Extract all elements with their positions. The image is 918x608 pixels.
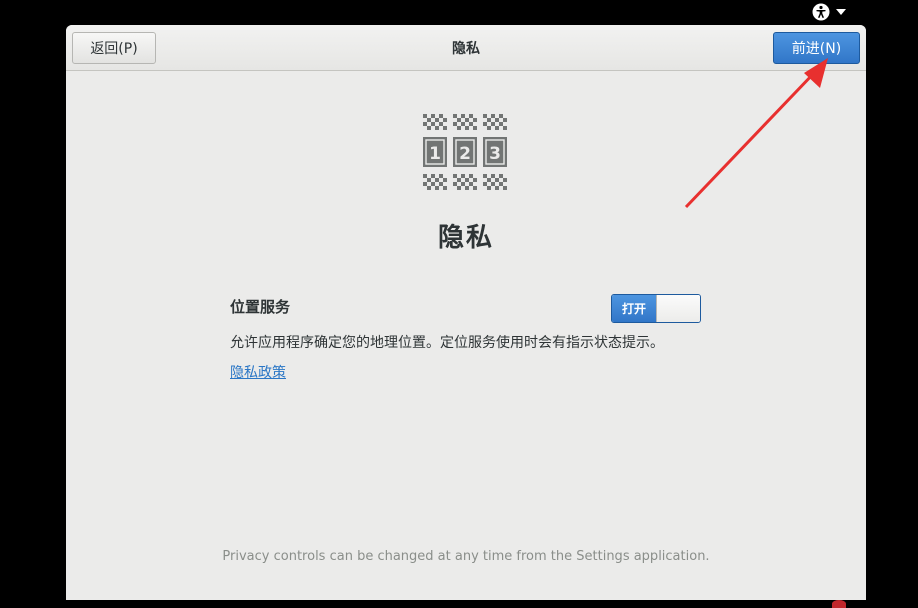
red-annotation-mark bbox=[832, 600, 846, 608]
checker-square bbox=[439, 122, 443, 126]
checker-square bbox=[461, 174, 465, 178]
checker-square bbox=[461, 114, 465, 118]
privacy-123-icon: 1 2 3 bbox=[423, 114, 507, 190]
checker-square bbox=[453, 122, 457, 126]
checker-square bbox=[465, 178, 469, 182]
checker-square bbox=[457, 178, 461, 182]
checker-square bbox=[427, 118, 431, 122]
checker-square bbox=[443, 178, 447, 182]
checker-square bbox=[499, 174, 503, 178]
checker-square bbox=[503, 118, 507, 122]
chevron-down-icon[interactable] bbox=[836, 8, 846, 16]
checker-square bbox=[495, 118, 499, 122]
checker-square bbox=[435, 118, 439, 122]
checker-square bbox=[469, 122, 473, 126]
checker-square bbox=[503, 126, 507, 130]
checker-square bbox=[443, 118, 447, 122]
checker-square bbox=[435, 126, 439, 130]
setup-window: 隐私 返回(P) 前进(N) 1 2 3 隐私 位置服务 打开 允许应用程序确定… bbox=[66, 25, 866, 600]
privacy-footer-note: Privacy controls can be changed at any t… bbox=[222, 549, 710, 564]
checker-square bbox=[457, 186, 461, 190]
checker-square bbox=[473, 178, 477, 182]
checker-square bbox=[443, 126, 447, 130]
checker-square bbox=[439, 182, 443, 186]
checker-square bbox=[453, 114, 457, 118]
checker-square bbox=[469, 114, 473, 118]
location-services-description: 允许应用程序确定您的地理位置。定位服务使用时会有指示状态提示。 bbox=[230, 335, 664, 351]
checker-square bbox=[443, 186, 447, 190]
window-title: 隐私 bbox=[452, 41, 480, 57]
toggle-on-label: 打开 bbox=[612, 295, 656, 322]
logo-digit-2: 2 bbox=[459, 144, 471, 164]
checker-square bbox=[499, 114, 503, 118]
checker-square bbox=[453, 182, 457, 186]
checker-square bbox=[457, 118, 461, 122]
checker-square bbox=[473, 186, 477, 190]
checker-square bbox=[491, 122, 495, 126]
checker-square bbox=[499, 182, 503, 186]
checker-square bbox=[487, 126, 491, 130]
checker-square bbox=[469, 174, 473, 178]
checker-square bbox=[473, 118, 477, 122]
checker-pattern-top bbox=[423, 114, 507, 130]
logo-digit-1: 1 bbox=[429, 144, 441, 164]
accessibility-icon[interactable] bbox=[812, 3, 830, 21]
screen: 隐私 返回(P) 前进(N) 1 2 3 隐私 位置服务 打开 允许应用程序确定… bbox=[0, 0, 918, 608]
checker-square bbox=[503, 178, 507, 182]
checker-square bbox=[465, 118, 469, 122]
checker-square bbox=[431, 174, 435, 178]
checker-square bbox=[435, 178, 439, 182]
checker-square bbox=[473, 126, 477, 130]
checker-square bbox=[469, 182, 473, 186]
logo-digit-3: 3 bbox=[489, 144, 501, 164]
checker-square bbox=[461, 122, 465, 126]
checker-square bbox=[499, 122, 503, 126]
page-title: 隐私 bbox=[437, 223, 494, 253]
privacy-policy-link[interactable]: 隐私政策 bbox=[230, 362, 286, 382]
checker-square bbox=[427, 178, 431, 182]
checker-square bbox=[431, 122, 435, 126]
checker-square bbox=[423, 122, 427, 126]
checker-pattern-bottom bbox=[423, 174, 507, 190]
checker-square bbox=[491, 174, 495, 178]
checker-square bbox=[487, 118, 491, 122]
checker-square bbox=[495, 126, 499, 130]
checker-square bbox=[465, 126, 469, 130]
checker-square bbox=[483, 182, 487, 186]
checker-square bbox=[495, 186, 499, 190]
checker-square bbox=[465, 186, 469, 190]
toggle-knob[interactable] bbox=[656, 295, 700, 322]
checker-square bbox=[483, 122, 487, 126]
location-services-label: 位置服务 bbox=[230, 298, 291, 316]
digit-boxes: 1 2 3 bbox=[423, 137, 507, 167]
checker-square bbox=[483, 114, 487, 118]
checker-square bbox=[503, 186, 507, 190]
checker-square bbox=[461, 182, 465, 186]
back-button[interactable]: 返回(P) bbox=[72, 32, 156, 64]
next-button[interactable]: 前进(N) bbox=[773, 32, 860, 64]
checker-square bbox=[427, 186, 431, 190]
checker-square bbox=[439, 174, 443, 178]
checker-square bbox=[431, 114, 435, 118]
header-bar: 隐私 返回(P) 前进(N) bbox=[66, 25, 866, 71]
location-services-toggle[interactable]: 打开 bbox=[611, 294, 701, 323]
checker-square bbox=[423, 182, 427, 186]
checker-square bbox=[453, 174, 457, 178]
checker-square bbox=[435, 186, 439, 190]
checker-square bbox=[495, 178, 499, 182]
checker-square bbox=[423, 174, 427, 178]
checker-square bbox=[487, 186, 491, 190]
checker-square bbox=[427, 126, 431, 130]
checker-square bbox=[483, 174, 487, 178]
checker-square bbox=[431, 182, 435, 186]
checker-square bbox=[457, 126, 461, 130]
checker-square bbox=[423, 114, 427, 118]
checker-square bbox=[491, 182, 495, 186]
checker-square bbox=[439, 114, 443, 118]
checker-square bbox=[491, 114, 495, 118]
system-indicators[interactable] bbox=[812, 2, 858, 22]
checker-square bbox=[487, 178, 491, 182]
